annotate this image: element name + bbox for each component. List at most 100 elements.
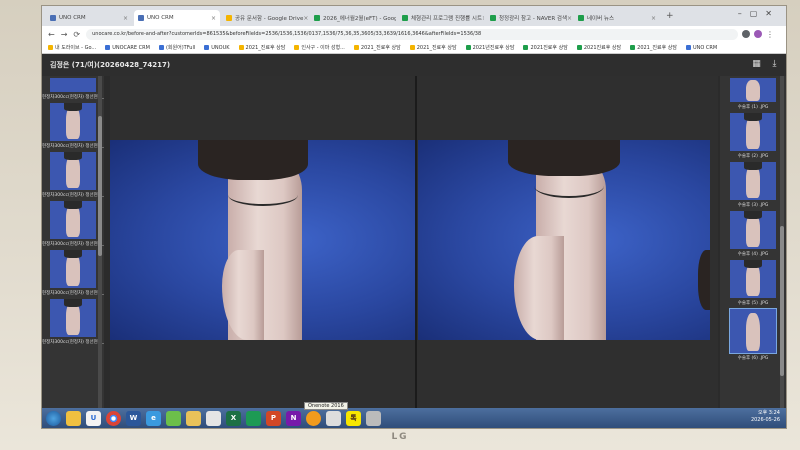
tab-3[interactable]: 2026_에너월2월(eFT) - Google×: [310, 10, 396, 26]
uno-icon: [685, 45, 691, 50]
messenger-icon[interactable]: [166, 410, 181, 426]
firefox-icon[interactable]: [306, 410, 321, 426]
app-icon[interactable]: [366, 410, 381, 426]
after-photo[interactable]: [418, 140, 710, 340]
powerpoint-icon[interactable]: P: [266, 410, 281, 426]
left-scrollbar[interactable]: [98, 76, 102, 408]
close-icon[interactable]: ×: [567, 15, 572, 22]
thumbnail[interactable]: [730, 78, 776, 102]
figure-top: [63, 152, 83, 161]
photo-divider[interactable]: [415, 76, 417, 408]
close-icon[interactable]: ×: [482, 15, 484, 22]
strap: [228, 184, 298, 206]
thumbnail-label: 현정차300cc(현정차) 정선현포_3: [42, 144, 104, 149]
bookmark-label: (회원어)TFull: [165, 45, 196, 51]
bookmark-item[interactable]: 2021_진료후 상담: [630, 44, 677, 51]
naver-favicon-icon: [578, 15, 584, 21]
new-tab-button[interactable]: +: [666, 11, 674, 21]
right-scrollbar[interactable]: [780, 76, 784, 408]
strap: [534, 174, 604, 198]
excel-icon[interactable]: X: [226, 410, 241, 426]
shirt: [198, 140, 308, 180]
clock-time: 오후 3:24: [757, 410, 780, 416]
chrome-icon[interactable]: [106, 410, 121, 426]
bookmark-item[interactable]: 인사구 - 이마 성형...: [294, 44, 345, 51]
close-icon[interactable]: ×: [211, 15, 216, 22]
app-icon[interactable]: [326, 410, 341, 426]
bookmark-item[interactable]: (회원어)TFull: [158, 44, 196, 51]
thumbnail[interactable]: [730, 211, 776, 249]
figure-top: [743, 113, 763, 122]
bookmark-item[interactable]: 2021년진료후 상담: [465, 44, 514, 51]
reload-icon[interactable]: ⟳: [73, 30, 80, 39]
file-explorer-icon[interactable]: [66, 410, 81, 426]
close-icon[interactable]: ×: [303, 15, 308, 22]
system-tray-clock[interactable]: 오후 3:24 2026-05-26: [751, 410, 780, 424]
tab-0[interactable]: UNO CRM ×: [46, 10, 132, 26]
ie-icon[interactable]: e: [146, 410, 161, 426]
tab-label: 2026_에너월2월(eFT) - Google: [323, 16, 396, 22]
bookmark-item[interactable]: 2021_진료후 상담: [238, 44, 285, 51]
thumbnail[interactable]: [730, 113, 776, 151]
kakao-icon[interactable]: [246, 410, 261, 426]
naver-favicon-icon: [490, 15, 496, 21]
address-bar: ← → ⟳ unocare.co.kr/before-and-after?cus…: [42, 26, 786, 42]
download-icon[interactable]: ⤓: [769, 59, 780, 70]
thumbnail[interactable]: [50, 103, 96, 141]
taskbar-tooltip: Onenote 2016: [304, 402, 348, 410]
figure: [66, 204, 80, 238]
bookmark-item[interactable]: 내 도라이브 - Go...: [48, 44, 96, 51]
profile-avatar-icon[interactable]: [754, 30, 762, 38]
tab-5[interactable]: 청정광리 참고 - NAVER 검색 ×: [486, 10, 572, 26]
tab-1[interactable]: UNO CRM ×: [134, 10, 220, 26]
bookmark-item[interactable]: UNO CRM: [685, 45, 717, 51]
menu-icon[interactable]: ⋮: [766, 30, 774, 39]
tab-label: 네이버 뉴스: [587, 16, 615, 22]
folder-icon: [409, 45, 415, 50]
tab-6[interactable]: 네이버 뉴스 ×: [574, 10, 660, 26]
bookmark-item[interactable]: UNOCARE CRM: [105, 45, 150, 51]
bookmark-item[interactable]: 2021_진료후 상담: [353, 44, 401, 51]
url-input[interactable]: unocare.co.kr/before-and-after?customerI…: [86, 28, 738, 40]
uno-app-icon[interactable]: U: [86, 410, 101, 426]
figure-top: [743, 260, 763, 269]
before-photo[interactable]: [110, 140, 416, 340]
tab-label: UNO CRM: [147, 15, 174, 21]
thumbnail[interactable]: [730, 162, 776, 200]
forward-icon[interactable]: →: [61, 30, 68, 39]
thumbnail[interactable]: [50, 152, 96, 190]
bookmark-item[interactable]: 2021_진료후 상담: [409, 44, 457, 51]
close-icon[interactable]: ×: [123, 15, 128, 22]
word-icon[interactable]: W: [126, 410, 141, 426]
scrollbar-knob[interactable]: [98, 116, 102, 256]
tab-label: 공유 문서함 - Google Drive: [235, 16, 304, 22]
back-icon[interactable]: ←: [48, 30, 55, 39]
start-button-icon[interactable]: [46, 410, 61, 426]
bookmark-item[interactable]: 2021진료후 상담: [523, 44, 568, 51]
scrollbar-knob[interactable]: [780, 226, 784, 376]
tab-4[interactable]: 체형관리 프로그램 진행률 시트×: [398, 10, 484, 26]
uno-icon: [204, 45, 210, 50]
extension-icon[interactable]: [742, 30, 750, 38]
close-icon[interactable]: ×: [651, 15, 656, 22]
thumbnail[interactable]: [50, 299, 96, 337]
onenote-icon[interactable]: N: [286, 410, 301, 426]
figure: [746, 79, 760, 102]
uno-icon: [158, 45, 164, 50]
windows-taskbar: U W e X P N 톡 오후 3:24 2026-05-26: [42, 408, 786, 428]
sheets-favicon-icon: [402, 15, 408, 21]
thumbnail-selected[interactable]: [729, 308, 777, 354]
thumbnail[interactable]: [730, 260, 776, 298]
bookmark-item[interactable]: 2021진료후 상담: [576, 44, 621, 51]
thumbnail[interactable]: [50, 201, 96, 239]
bookmark-item[interactable]: UNOUK: [204, 45, 230, 51]
app-icon[interactable]: [206, 410, 221, 426]
thumbnail[interactable]: [50, 250, 96, 288]
folder-icon[interactable]: [186, 410, 201, 426]
kakaotalk-icon[interactable]: 톡: [346, 410, 361, 426]
tab-2[interactable]: 공유 문서함 - Google Drive ×: [222, 10, 308, 26]
window-controls[interactable]: –▢✕: [738, 9, 780, 18]
grid-view-icon[interactable]: ▦: [751, 59, 762, 70]
thumbnail-label: 수술후 (1) .JPG: [737, 105, 769, 110]
thumbnail[interactable]: [50, 78, 96, 92]
